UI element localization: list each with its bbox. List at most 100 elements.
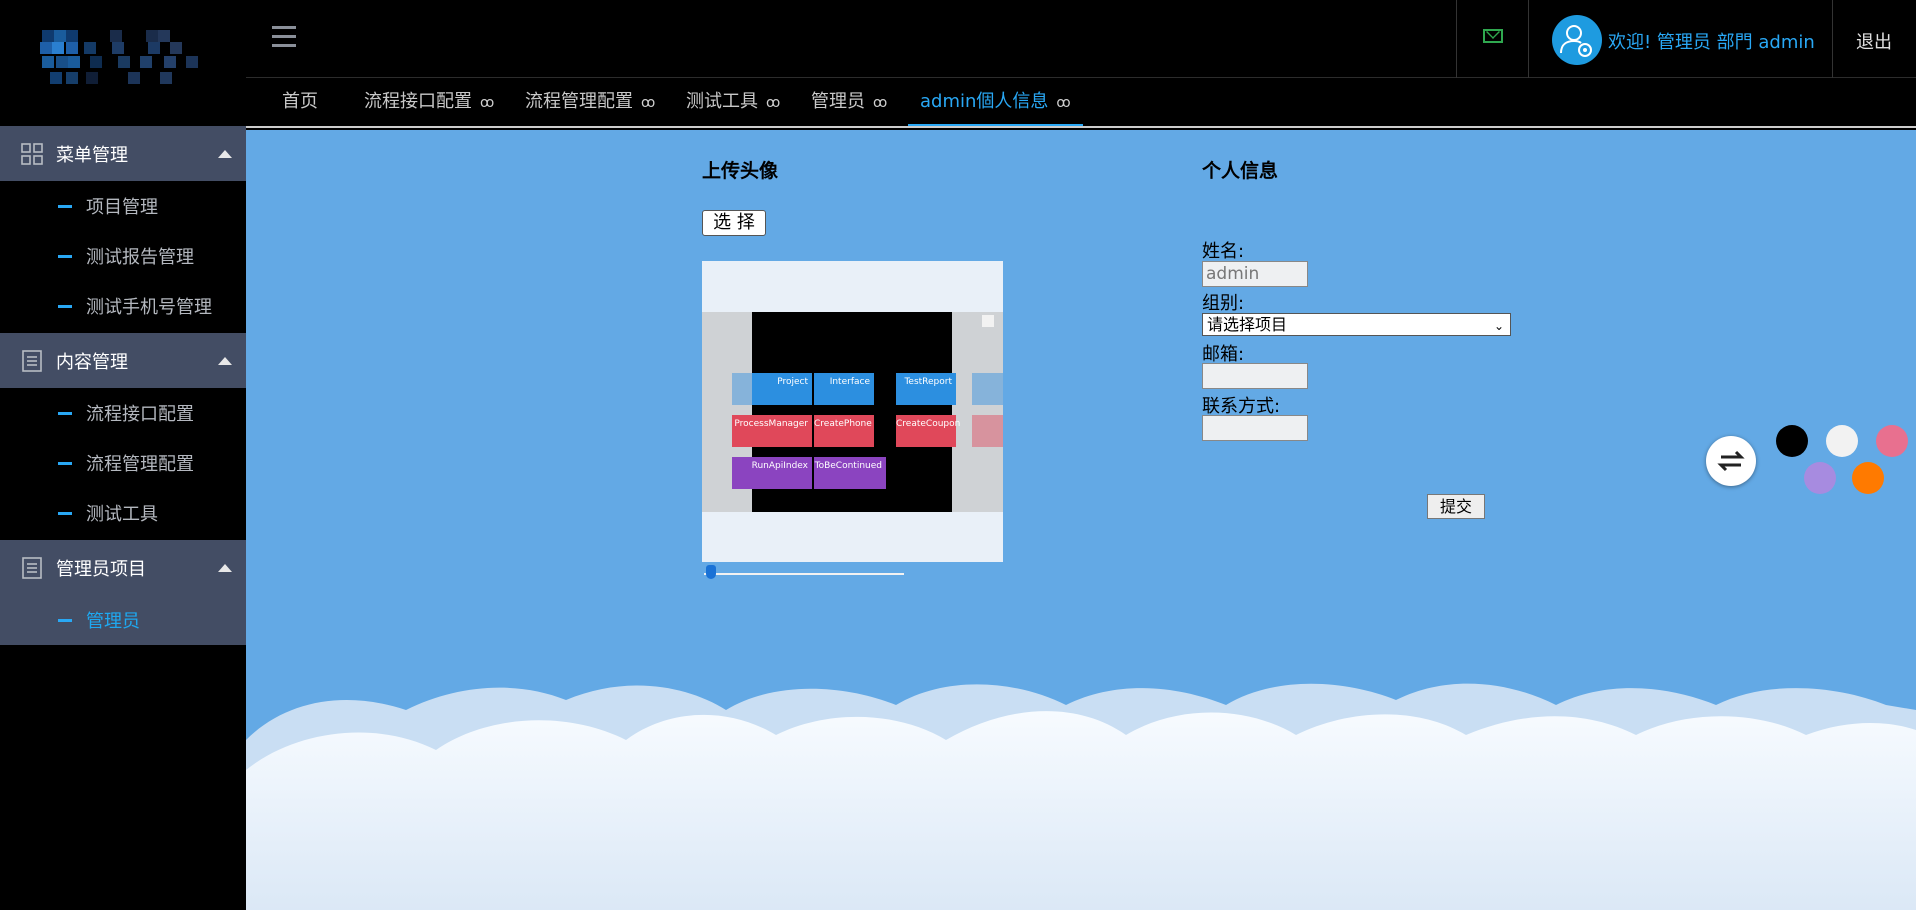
dash-icon xyxy=(58,511,72,515)
sidebar-item-flow-management[interactable]: 流程管理配置 xyxy=(0,438,246,488)
preview-tile: TestReport xyxy=(896,373,956,405)
sidebar-item-test-phone[interactable]: 测试手机号管理 xyxy=(0,281,246,331)
close-icon[interactable]: ꝏ xyxy=(1056,95,1070,111)
resize-handle[interactable] xyxy=(982,315,994,327)
logout-button[interactable]: 退出 xyxy=(1856,28,1892,54)
avatar[interactable] xyxy=(1552,15,1602,65)
dash-icon xyxy=(58,461,72,465)
sidebar-item-label: 测试报告管理 xyxy=(86,247,194,268)
sidebar-item-label: 测试手机号管理 xyxy=(86,297,212,318)
sidebar-item-label: 项目管理 xyxy=(86,197,158,218)
zoom-slider-track[interactable] xyxy=(704,573,904,575)
sidebar: 菜单管理 项目管理 测试报告管理 测试手机号管理 内容管理 流程接口配置 流程管… xyxy=(0,0,246,910)
chevron-up-icon xyxy=(218,356,232,365)
mail-icon[interactable] xyxy=(1483,29,1503,43)
avatar-crop-area[interactable]: Project Interface TestReport ProcessMana… xyxy=(702,261,1003,562)
dash-icon xyxy=(58,304,72,308)
preview-tile xyxy=(972,415,1003,447)
name-field[interactable]: admin xyxy=(1202,261,1308,287)
theme-color-orange[interactable] xyxy=(1852,462,1884,494)
preview-tile: ToBeContinued xyxy=(814,457,886,489)
choose-button[interactable]: 选 择 xyxy=(702,210,766,236)
theme-switch-button[interactable] xyxy=(1706,436,1756,486)
tab-bar: 首页 流程接口配置 ꝏ 流程管理配置 ꝏ 测试工具 ꝏ 管理员 ꝏ admin個人信息 ꝏ xyxy=(246,78,1916,128)
theme-color-purple[interactable] xyxy=(1804,462,1836,494)
close-icon[interactable]: ꝏ xyxy=(873,95,887,111)
group-label: 管理员项目 xyxy=(56,558,146,580)
menu-group-admin-project: 管理员项目 管理员 xyxy=(0,540,246,645)
tab-label: 首页 xyxy=(282,91,318,112)
preview-tile: RunApiIndex xyxy=(732,457,812,489)
tab-test-tools[interactable]: 测试工具 ꝏ xyxy=(686,78,780,126)
sidebar-item-label: 流程管理配置 xyxy=(86,454,194,475)
sidebar-item-flow-interface[interactable]: 流程接口配置 xyxy=(0,388,246,438)
chevron-down-icon: ⌄ xyxy=(1493,319,1504,333)
sidebar-item-test-report[interactable]: 测试报告管理 xyxy=(0,231,246,281)
sidebar-item-project-management[interactable]: 项目管理 xyxy=(0,181,246,231)
close-icon[interactable]: ꝏ xyxy=(480,95,494,111)
preview-tile: Interface xyxy=(814,373,874,405)
dash-icon xyxy=(58,411,72,415)
close-icon[interactable]: ꝏ xyxy=(766,95,780,111)
preview-tile xyxy=(972,373,1003,405)
close-icon[interactable]: ꝏ xyxy=(641,95,655,111)
tab-flow-management[interactable]: 流程管理配置 ꝏ xyxy=(525,78,655,126)
user-settings-icon xyxy=(1560,25,1592,57)
swap-icon xyxy=(1717,450,1745,472)
tab-label: 流程管理配置 xyxy=(525,91,633,112)
group-select-value: 请选择项目 xyxy=(1207,315,1288,334)
group-select[interactable]: 请选择项目 ⌄ xyxy=(1202,313,1511,336)
group-label: 内容管理 xyxy=(56,351,128,373)
group-head-menu-management[interactable]: 菜单管理 xyxy=(0,126,246,181)
chevron-up-icon xyxy=(218,563,232,572)
tab-label: 测试工具 xyxy=(686,91,758,112)
sidebar-item-admin[interactable]: 管理员 xyxy=(0,595,246,645)
group-label: 组别: xyxy=(1202,293,1245,314)
upload-title: 上传头像 xyxy=(702,160,779,182)
dash-icon xyxy=(58,618,72,622)
tab-label: 流程接口配置 xyxy=(364,91,472,112)
tab-label: admin個人信息 xyxy=(920,91,1049,112)
preview-tile: Project xyxy=(752,373,812,405)
divider xyxy=(1832,0,1833,78)
submit-button[interactable]: 提交 xyxy=(1427,494,1485,519)
tab-flow-interface[interactable]: 流程接口配置 ꝏ xyxy=(364,78,494,126)
sidebar-item-test-tools[interactable]: 测试工具 xyxy=(0,488,246,538)
name-label: 姓名: xyxy=(1202,241,1245,262)
preview-tile: CreateCoupon xyxy=(896,415,960,447)
zoom-slider-handle[interactable] xyxy=(706,565,716,579)
tab-admin[interactable]: 管理员 ꝏ xyxy=(811,78,887,126)
preview-tile: CreatePhone xyxy=(814,415,874,447)
sidebar-item-label: 管理员 xyxy=(86,611,140,632)
menu-group-menu-management: 菜单管理 项目管理 测试报告管理 测试手机号管理 xyxy=(0,126,246,331)
divider xyxy=(1456,0,1457,78)
group-label: 菜单管理 xyxy=(56,144,128,166)
profile-title: 个人信息 xyxy=(1202,160,1279,182)
email-field[interactable] xyxy=(1202,363,1308,389)
group-head-content-management[interactable]: 内容管理 xyxy=(0,333,246,388)
theme-color-pink[interactable] xyxy=(1876,425,1908,457)
welcome-text: 欢迎! 管理员 部門 admin xyxy=(1608,32,1815,53)
sidebar-item-label: 测试工具 xyxy=(86,504,158,525)
group-head-admin-project[interactable]: 管理员项目 xyxy=(0,540,246,595)
dash-icon xyxy=(58,204,72,208)
theme-color-white[interactable] xyxy=(1826,425,1858,457)
cloud-background xyxy=(246,683,1916,910)
document-icon xyxy=(22,349,42,372)
divider xyxy=(1528,0,1529,78)
main-content: 上传头像 选 择 Project Interface TestReport Pr… xyxy=(246,130,1916,910)
tab-admin-profile[interactable]: admin個人信息 ꝏ xyxy=(908,78,1083,126)
menu-group-content-management: 内容管理 流程接口配置 流程管理配置 测试工具 xyxy=(0,333,246,538)
chevron-up-icon xyxy=(218,149,232,158)
logo xyxy=(40,30,206,92)
hamburger-menu-icon[interactable] xyxy=(272,26,296,48)
top-bar: 欢迎! 管理员 部門 admin 退出 xyxy=(246,0,1916,78)
grid-icon xyxy=(21,142,43,165)
tab-label: 管理员 xyxy=(811,91,865,112)
document-icon xyxy=(22,556,42,579)
sidebar-item-label: 流程接口配置 xyxy=(86,404,194,425)
tab-home[interactable]: 首页 xyxy=(282,78,318,126)
theme-color-black[interactable] xyxy=(1776,425,1808,457)
contact-field[interactable] xyxy=(1202,415,1308,441)
preview-tile: ProcessManager xyxy=(732,415,812,447)
